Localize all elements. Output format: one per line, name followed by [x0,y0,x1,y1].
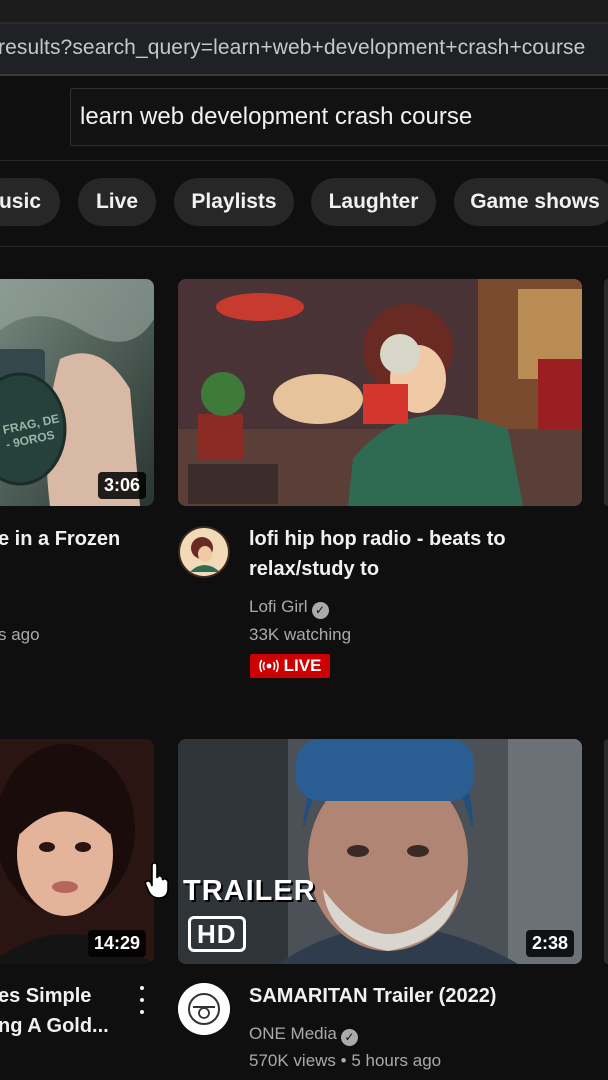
chip-music[interactable]: usic [0,178,60,226]
filter-chip-bar: usic Live Playlists Laughter Game shows [0,162,608,247]
thumbnail-image [178,279,582,506]
video-title[interactable]: e in a Frozen [0,524,120,554]
thumbnail-text: TRAILER [183,875,316,907]
live-badge-label: LIVE [283,656,322,675]
verified-check-icon: ✓ [340,1029,358,1046]
more-actions-icon[interactable] [136,986,148,1014]
video-thumbnail[interactable]: FRAG, DE - 9OROS 3:06 [0,279,154,506]
video-title[interactable]: SAMARITAN Trailer (2022) [249,981,496,1011]
channel-name[interactable]: ONE Media [249,1024,337,1043]
duration-badge: 2:38 [525,930,574,957]
video-thumbnail[interactable]: TRAILER HD 2:38 [178,739,582,964]
browser-tab-strip [0,0,608,25]
one-media-avatar-icon [178,983,230,1035]
video-thumbnail[interactable]: 14:29 [0,739,154,964]
address-bar[interactable]: results?search_query=learn+web+developme… [0,24,608,76]
live-badge: LIVE [250,654,330,678]
chip-laughter[interactable]: Laughter [311,178,436,226]
lofi-girl-avatar-icon [178,526,230,578]
duration-badge: 14:29 [87,930,146,957]
video-stats: 570K views • 5 hours ago [249,1051,442,1070]
channel-name[interactable]: Lofi Girl [249,597,308,616]
video-title-line-2[interactable]: relax/study to [249,554,379,584]
live-broadcast-icon [258,659,279,673]
video-title[interactable]: es Simple [0,981,91,1011]
search-box[interactable]: learn web development crash course [70,88,608,146]
channel-name-row[interactable]: ONE Media ✓ [249,1024,358,1046]
video-title-line-2[interactable]: ng A Gold... [0,1011,109,1041]
video-meta: s ago [0,625,40,644]
channel-avatar[interactable] [178,526,230,578]
channel-name-row[interactable]: Lofi Girl ✓ [249,597,329,619]
channel-avatar[interactable] [178,983,230,1035]
address-bar-url[interactable]: results?search_query=learn+web+developme… [0,36,585,60]
search-input[interactable]: learn web development crash course [80,103,472,131]
youtube-header: learn web development crash course [0,76,608,161]
video-stats: 33K watching [249,625,352,644]
chip-playlists[interactable]: Playlists [174,178,294,226]
video-title[interactable]: lofi hip hop radio - beats to [249,524,506,554]
thumbnail-text: HD [188,916,246,952]
chip-game-shows[interactable]: Game shows [454,178,608,226]
video-thumbnail[interactable] [178,279,582,506]
duration-badge: 3:06 [97,472,146,499]
hand-cursor-icon [144,862,169,899]
next-video-thumbnail-edge[interactable] [604,739,608,964]
chip-live[interactable]: Live [78,178,156,226]
verified-check-icon: ✓ [311,602,329,619]
next-video-thumbnail-edge[interactable] [604,279,608,506]
